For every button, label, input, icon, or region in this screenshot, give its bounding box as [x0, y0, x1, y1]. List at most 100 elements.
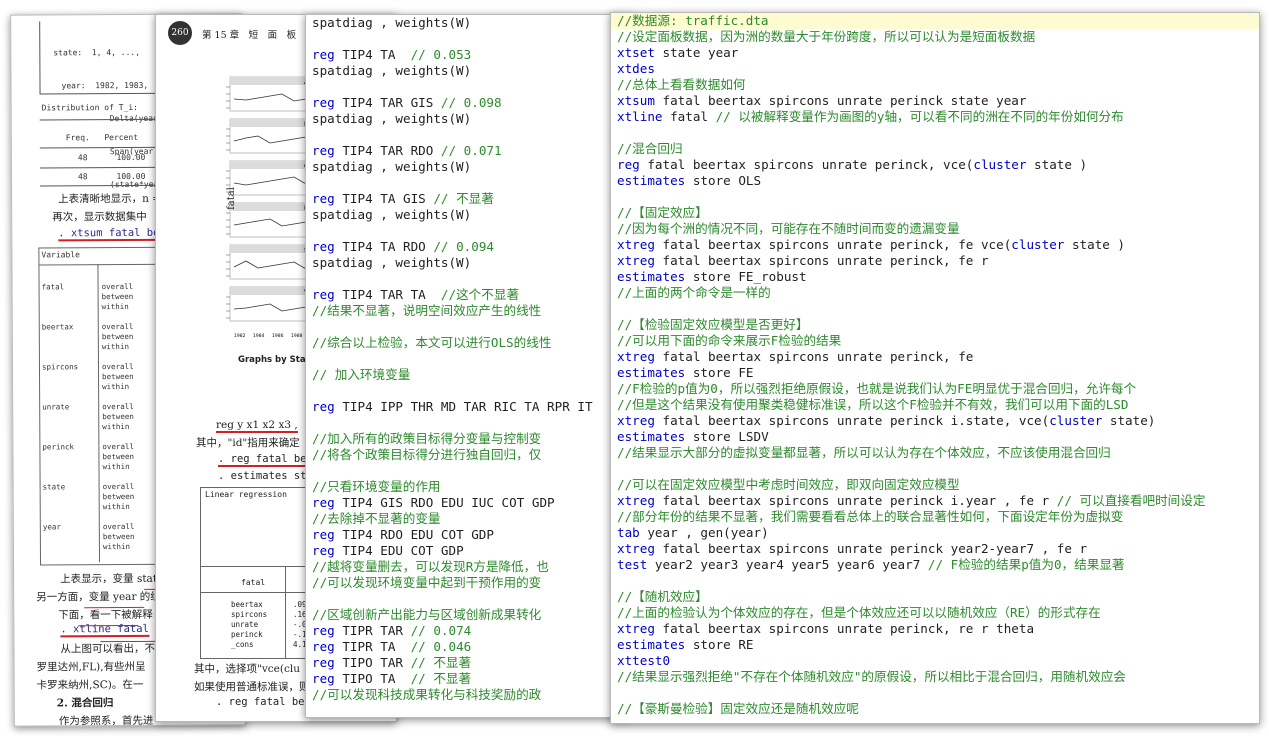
code-line[interactable]: estimates store RE: [611, 637, 1259, 653]
code-line[interactable]: spatdiag , weights(W): [306, 255, 631, 271]
code-line[interactable]: reg TIPR TAR // 0.074: [306, 623, 631, 639]
freq-row: 48 100.00 1: [77, 152, 160, 163]
code-comment: //可以发现环境变量中起到干预作用的变: [312, 575, 542, 590]
code-line[interactable]: // 加入环境变量: [306, 367, 631, 383]
code-area[interactable]: spatdiag , weights(W) reg TIP4 TA // 0.0…: [306, 15, 631, 717]
code-line[interactable]: reg TIP4 TAR TA //这个不显著: [306, 287, 631, 303]
code-line[interactable]: estimates store FE: [611, 365, 1259, 381]
code-line[interactable]: xtreg fatal beertax spircons unrate peri…: [611, 349, 1259, 365]
code-line[interactable]: [306, 223, 631, 239]
code-line[interactable]: [306, 351, 631, 367]
code-line[interactable]: estimates store OLS: [611, 173, 1259, 189]
code-line[interactable]: //结果显示大部分的虚拟变量都显著，所以可以认为存在个体效应，不应该使用混合回归: [611, 445, 1259, 461]
code-line[interactable]: xtreg fatal beertax spircons unrate peri…: [611, 541, 1259, 557]
code-editor-right[interactable]: //数据源: traffic.dta//设定面板数据，因为洲的数量大于年份跨度，…: [610, 12, 1260, 724]
code-line[interactable]: [306, 415, 631, 431]
code-line[interactable]: //设定面板数据，因为洲的数量大于年份跨度，所以可以认为是短面板数据: [611, 29, 1259, 45]
coef-name: beertax: [231, 600, 263, 609]
code-line[interactable]: reg TIP4 GIS RDO EDU IUC COT GDP: [306, 495, 631, 511]
code-line[interactable]: xtreg fatal beertax spircons unrate peri…: [611, 621, 1259, 637]
code-line[interactable]: spatdiag , weights(W): [306, 15, 631, 31]
code-line[interactable]: //结果不显著，说明空间效应产生的线性: [306, 303, 631, 319]
code-line[interactable]: //越将变量删去，可以发现R方是降低，也: [306, 559, 631, 575]
code-line[interactable]: reg TIP4 TAR RDO // 0.071: [306, 143, 631, 159]
code-line[interactable]: reg TIP4 TA RDO // 0.094: [306, 239, 631, 255]
code-line[interactable]: xtdes: [611, 61, 1259, 77]
code-line[interactable]: reg TIPO TA // 不显著: [306, 671, 631, 687]
code-line[interactable]: reg TIPR TA // 0.046: [306, 639, 631, 655]
code-line[interactable]: [611, 573, 1259, 589]
code-line[interactable]: //可以发现科技成果转化与科技奖励的政: [306, 687, 631, 703]
code-line[interactable]: reg TIP4 TA // 0.053: [306, 47, 631, 63]
code-line[interactable]: xtreg fatal beertax spircons unrate peri…: [611, 413, 1259, 429]
code-line[interactable]: //可以在固定效应模型中考虑时间效应，即双向固定效应模型: [611, 477, 1259, 493]
code-line[interactable]: //区域创新产出能力与区域创新成果转化: [306, 607, 631, 623]
code-text: spatdiag , weights(W): [312, 207, 472, 222]
code-text: fatal: [662, 109, 716, 124]
code-line[interactable]: //但是这个结果没有使用聚类稳健标准误，所以这个F检验并不有效，我们可以用下面的…: [611, 397, 1259, 413]
code-line[interactable]: xtreg fatal beertax spircons unrate peri…: [611, 493, 1259, 509]
code-line[interactable]: [306, 175, 631, 191]
code-line[interactable]: test year2 year3 year4 year5 year6 year7…: [611, 557, 1259, 573]
code-line[interactable]: [306, 319, 631, 335]
code-line[interactable]: //【豪斯曼检验】固定效应还是随机效应呢: [611, 701, 1259, 717]
code-line[interactable]: [306, 383, 631, 399]
code-line[interactable]: //因为每个洲的情况不同，可能存在不随时间而变的遗漏变量: [611, 221, 1259, 237]
code-line[interactable]: xtreg fatal beertax spircons unrate peri…: [611, 237, 1259, 253]
divider: [285, 566, 286, 658]
code-line[interactable]: reg TIPO TAR // 不显著: [306, 655, 631, 671]
code-line[interactable]: tab year , gen(year): [611, 525, 1259, 541]
code-line[interactable]: spatdiag , weights(W): [306, 111, 631, 127]
code-line[interactable]: spatdiag , weights(W): [306, 207, 631, 223]
code-area[interactable]: //数据源: traffic.dta//设定面板数据，因为洲的数量大于年份跨度，…: [611, 13, 1259, 723]
code-line[interactable]: [611, 189, 1259, 205]
code-line[interactable]: spatdiag , weights(W): [306, 63, 631, 79]
code-line[interactable]: reg fatal beertax spircons unrate perinc…: [611, 157, 1259, 173]
code-comment: //去除掉不显著的变量: [312, 511, 441, 526]
code-line[interactable]: //综合以上检验，本文可以进行OLS的线性: [306, 335, 631, 351]
code-line[interactable]: xtsum fatal beertax spircons unrate peri…: [611, 93, 1259, 109]
code-line[interactable]: reg TIP4 TA GIS // 不显著: [306, 191, 631, 207]
code-line[interactable]: [611, 685, 1259, 701]
code-line[interactable]: [306, 127, 631, 143]
code-line[interactable]: [306, 79, 631, 95]
code-line[interactable]: //只看环境变量的作用: [306, 479, 631, 495]
column-header: fatal: [241, 578, 266, 587]
code-line[interactable]: reg TIP4 TAR GIS // 0.098: [306, 95, 631, 111]
code-line[interactable]: xtline fatal // 以被解释变量作为画图的y轴，可以看不同的洲在不同…: [611, 109, 1259, 125]
code-line[interactable]: xtset state year: [611, 45, 1259, 61]
code-line[interactable]: reg TIP4 RDO EDU COT GDP: [306, 527, 631, 543]
code-line[interactable]: spatdiag , weights(W): [306, 159, 631, 175]
code-line[interactable]: //【随机效应】: [611, 589, 1259, 605]
code-line[interactable]: [306, 271, 631, 287]
code-line[interactable]: //混合回归: [611, 141, 1259, 157]
code-line[interactable]: //总体上看看数据如何: [611, 77, 1259, 93]
code-line[interactable]: //去除掉不显著的变量: [306, 511, 631, 527]
code-line[interactable]: [611, 301, 1259, 317]
code-line[interactable]: //可以发现环境变量中起到干预作用的变: [306, 575, 631, 591]
code-line[interactable]: [306, 463, 631, 479]
code-line[interactable]: reg TIP4 EDU COT GDP: [306, 543, 631, 559]
code-line[interactable]: [306, 591, 631, 607]
code-line[interactable]: estimates store LSDV: [611, 429, 1259, 445]
code-editor-middle[interactable]: spatdiag , weights(W) reg TIP4 TA // 0.0…: [305, 14, 632, 718]
code-line[interactable]: estimates store FE_robust: [611, 269, 1259, 285]
code-line[interactable]: //上面的检验认为个体效应的存在，但是个体效应还可以以随机效应（RE）的形式存在: [611, 605, 1259, 621]
code-line[interactable]: //将各个政策目标得分进行独自回归，仅: [306, 447, 631, 463]
code-line[interactable]: //上面的两个命令是一样的: [611, 285, 1259, 301]
code-line[interactable]: [306, 31, 631, 47]
code-line[interactable]: xttest0: [611, 653, 1259, 669]
code-line[interactable]: //可以用下面的命令来展示F检验的结果: [611, 333, 1259, 349]
code-line[interactable]: //数据源: traffic.dta: [611, 13, 1259, 29]
code-line[interactable]: reg TIP4 IPP THR MD TAR RIC TA RPR IT: [306, 399, 631, 415]
code-line[interactable]: //【检验固定效应模型是否更好】: [611, 317, 1259, 333]
code-line[interactable]: //结果显示强烈拒绝"不存在个体随机效应"的原假设，所以相比于混合回归，用随机效…: [611, 669, 1259, 685]
code-line[interactable]: //部分年份的结果不显著，我们需要看看总体上的联合显著性如何，下面设定年份为虚拟…: [611, 509, 1259, 525]
code-line[interactable]: //加入所有的政策目标得分变量与控制变: [306, 431, 631, 447]
code-line[interactable]: [611, 125, 1259, 141]
code-line[interactable]: //F检验的p值为0，所以强烈拒绝原假设，也就是说我们认为FE明显优于混合回归，…: [611, 381, 1259, 397]
code-line[interactable]: //【固定效应】: [611, 205, 1259, 221]
code-line[interactable]: xtreg fatal beertax spircons unrate peri…: [611, 253, 1259, 269]
code-line[interactable]: [611, 461, 1259, 477]
code-keyword: xtreg: [617, 349, 655, 364]
